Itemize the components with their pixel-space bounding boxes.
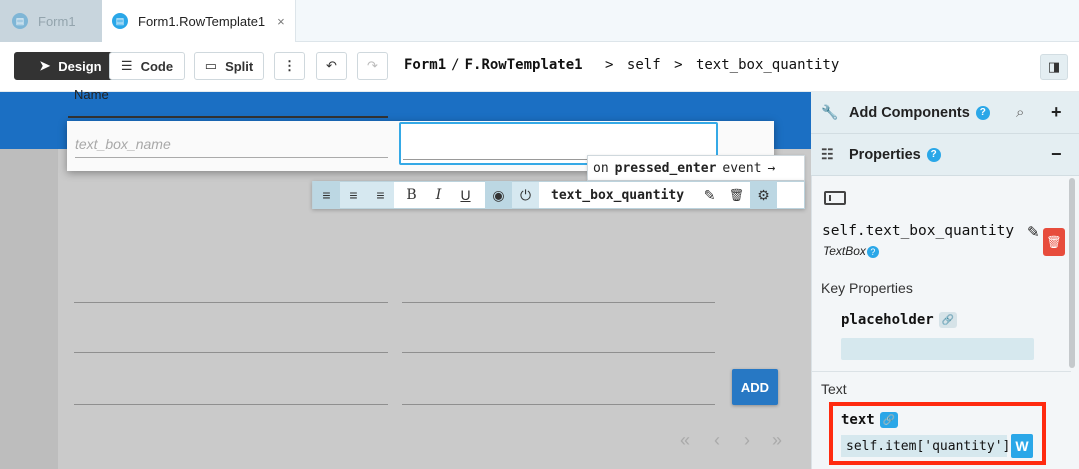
add-components-title: Add Components bbox=[849, 104, 970, 121]
wrench-icon: 🔧 bbox=[821, 104, 839, 120]
link-icon[interactable]: 🔗 bbox=[879, 412, 898, 428]
first-page-icon[interactable]: « bbox=[680, 430, 690, 451]
search-icon[interactable]: ⌕ bbox=[1016, 104, 1024, 121]
edit-pencil-icon[interactable]: ✎ bbox=[696, 181, 723, 209]
event-name: pressed_enter bbox=[614, 160, 717, 176]
properties-scrollbar[interactable] bbox=[1069, 178, 1075, 368]
align-left-icon[interactable]: ≡ bbox=[313, 181, 340, 209]
settings-sliders-icon[interactable]: ⚙ bbox=[750, 181, 778, 209]
tab-bar: ▤ Form1 ▤ Form1.RowTemplate1 × bbox=[0, 0, 1079, 42]
split-label: Split bbox=[225, 58, 254, 74]
tab-rowtemplate[interactable]: ▤ Form1.RowTemplate1 × bbox=[102, 0, 296, 42]
event-suffix: event bbox=[722, 160, 762, 176]
tab-label: Form1 bbox=[38, 13, 76, 29]
component-type-label: TextBox bbox=[823, 244, 866, 258]
close-icon[interactable]: × bbox=[277, 14, 285, 29]
trash-icon[interactable]: 🗑 bbox=[723, 181, 750, 209]
form-file-icon: ▤ bbox=[112, 13, 128, 29]
more-button[interactable]: ⋮ bbox=[274, 52, 305, 80]
component-name[interactable]: self.text_box_quantity bbox=[822, 223, 1014, 239]
event-hint[interactable]: on pressed_enter event → bbox=[587, 155, 805, 181]
writeback-button[interactable]: W bbox=[1011, 434, 1033, 458]
align-right-icon[interactable]: ≡ bbox=[367, 181, 394, 209]
split-button[interactable]: ▭ Split bbox=[194, 52, 264, 80]
underline-icon[interactable]: U bbox=[452, 181, 479, 209]
component-name-label: text_box_quantity bbox=[551, 187, 685, 203]
align-center-icon[interactable]: ≡ bbox=[340, 181, 367, 209]
text-box-name[interactable]: text_box_name bbox=[75, 134, 388, 158]
design-label: Design bbox=[58, 58, 102, 74]
alignment-group: ≡ ≡ ≡ bbox=[313, 181, 394, 209]
form-file-icon: ▤ bbox=[12, 13, 28, 29]
text-section-title: Text bbox=[821, 381, 847, 397]
ghost-row-field bbox=[402, 302, 715, 303]
breadcrumb-template[interactable]: F.RowTemplate1 bbox=[465, 57, 583, 73]
delete-component-button[interactable]: 🗑 bbox=[1043, 228, 1065, 256]
breadcrumb-form[interactable]: Form1 bbox=[404, 57, 446, 73]
key-properties-title: Key Properties bbox=[821, 280, 913, 296]
sliders-icon: ☷ bbox=[821, 146, 834, 162]
help-icon[interactable]: ? bbox=[926, 147, 941, 162]
split-icon: ▭ bbox=[204, 58, 218, 73]
redo-button[interactable]: ↷ bbox=[357, 52, 388, 80]
placeholder-label: placeholder bbox=[841, 312, 934, 328]
breadcrumb-self[interactable]: self bbox=[627, 57, 661, 73]
last-page-icon[interactable]: » bbox=[772, 430, 782, 451]
add-button[interactable]: ADD bbox=[732, 369, 778, 405]
add-components-header[interactable]: 🔧 Add Components ? ⌕ + bbox=[811, 92, 1079, 134]
column-header-name: Name bbox=[74, 87, 109, 102]
breadcrumb-component[interactable]: text_box_quantity bbox=[696, 57, 839, 73]
help-icon[interactable]: ? bbox=[866, 246, 879, 258]
breadcrumb-slash: / bbox=[451, 57, 460, 73]
text-property: text 🔗 bbox=[841, 412, 898, 428]
arrow-right-icon: → bbox=[767, 160, 776, 176]
tab-form1[interactable]: ▤ Form1 bbox=[0, 0, 102, 42]
visible-eye-icon[interactable]: ◉ bbox=[485, 181, 512, 209]
properties-header[interactable]: ☷ Properties ? − bbox=[811, 134, 1079, 176]
chevron-right-icon: > bbox=[605, 57, 614, 73]
prev-page-icon[interactable]: ‹ bbox=[714, 430, 720, 451]
placeholder-input[interactable] bbox=[841, 338, 1034, 360]
code-label: Code bbox=[140, 58, 174, 74]
event-prefix: on bbox=[593, 160, 609, 176]
header-underline bbox=[68, 116, 388, 118]
send-icon: ➤ bbox=[39, 58, 51, 73]
text-label: text bbox=[841, 412, 875, 428]
plus-icon[interactable]: + bbox=[1051, 102, 1062, 123]
panel-toggle-icon[interactable]: ◨ bbox=[1040, 54, 1068, 80]
next-page-icon[interactable]: › bbox=[744, 430, 750, 451]
tab-label: Form1.RowTemplate1 bbox=[138, 13, 266, 29]
ghost-row-field bbox=[74, 404, 388, 405]
canvas-left-margin bbox=[0, 149, 58, 469]
undo-button[interactable]: ↶ bbox=[316, 52, 347, 80]
textbox-icon bbox=[824, 191, 846, 205]
code-icon: ☰ bbox=[120, 58, 133, 73]
enabled-power-icon[interactable]: ⏻ bbox=[512, 181, 539, 209]
ghost-row-field bbox=[402, 404, 715, 405]
component-type: TextBox? bbox=[823, 244, 879, 258]
properties-title: Properties bbox=[849, 146, 921, 163]
italic-icon[interactable]: I bbox=[425, 181, 452, 209]
bold-icon[interactable]: B bbox=[398, 181, 425, 209]
state-group: ◉ ⏻ bbox=[485, 181, 539, 209]
collapse-icon[interactable]: − bbox=[1051, 144, 1062, 165]
help-icon[interactable]: ? bbox=[975, 105, 990, 120]
placeholder-property: placeholder 🔗 bbox=[841, 312, 957, 328]
link-icon[interactable]: 🔗 bbox=[938, 312, 957, 328]
editor-toolbar: ➤ Design ☰ Code ▭ Split ⋮ ↶ ↷ Form1 / F.Ro… bbox=[0, 42, 1079, 92]
ghost-row-field bbox=[74, 302, 388, 303]
section-divider bbox=[811, 371, 1071, 372]
code-button[interactable]: ☰ Code bbox=[109, 52, 185, 80]
rename-pencil-icon[interactable]: ✎ bbox=[1027, 223, 1040, 241]
chevron-right-icon: > bbox=[674, 57, 683, 73]
text-binding-input[interactable]: self.item['quantity'] bbox=[841, 435, 1010, 457]
ghost-row-field bbox=[402, 352, 715, 353]
component-toolbar: ≡ ≡ ≡ B I U ◉ ⏻ text_box_quantity ✎ 🗑 ⚙ bbox=[312, 181, 805, 209]
ghost-row-field bbox=[74, 352, 388, 353]
breadcrumb: Form1 / F.RowTemplate1 > self > text_box_q… bbox=[404, 57, 839, 73]
